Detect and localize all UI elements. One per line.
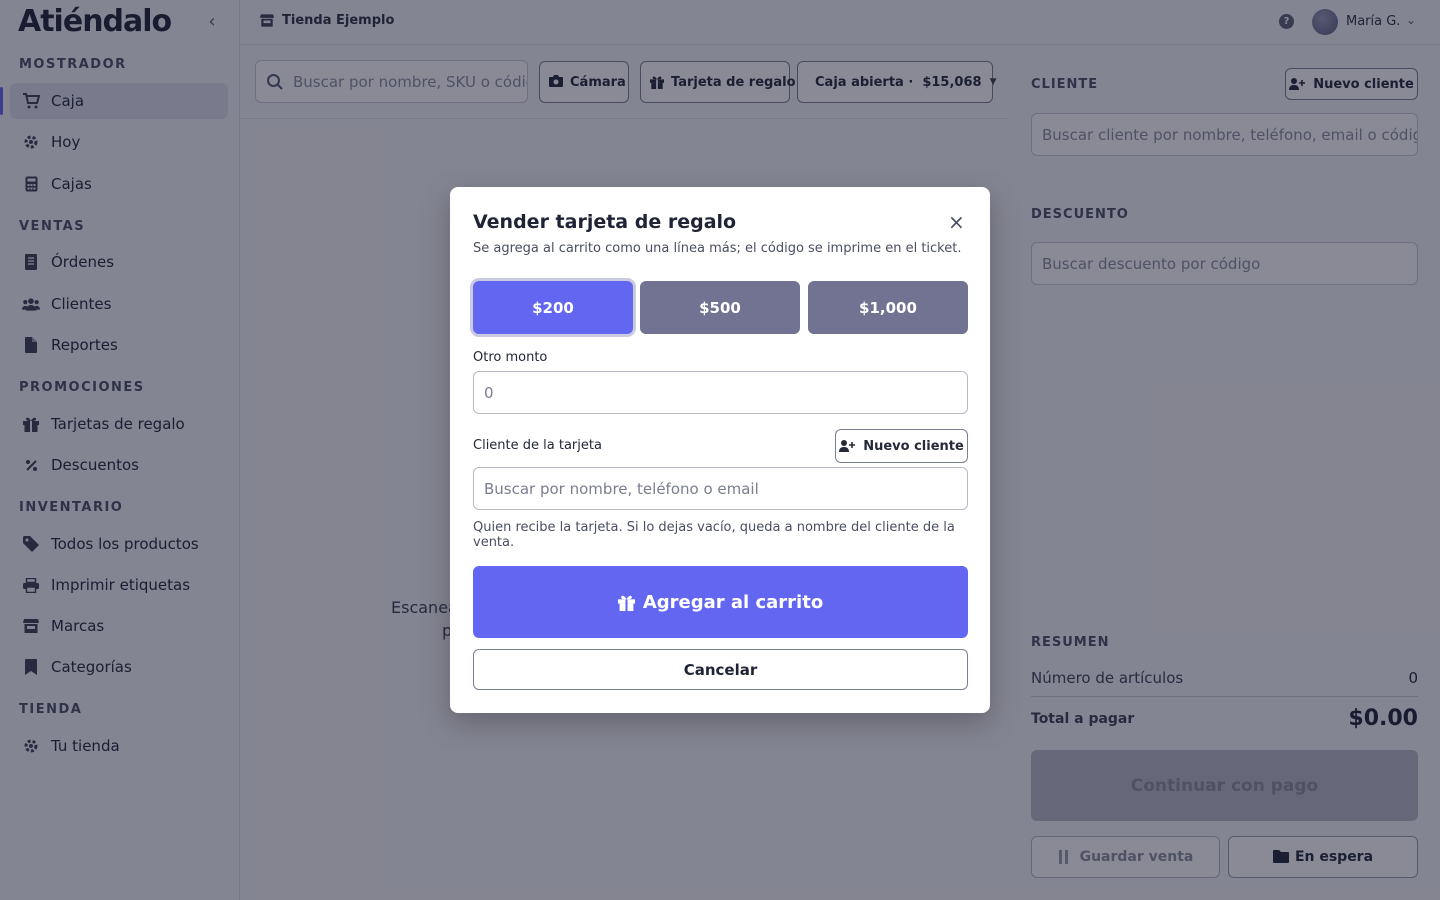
close-icon[interactable]: × bbox=[948, 211, 965, 233]
card-client-hint: Quien recibe la tarjeta. Si lo dejas vac… bbox=[473, 520, 955, 550]
amount-option-200[interactable]: $200 bbox=[473, 281, 633, 334]
user-plus-icon bbox=[839, 439, 856, 453]
cancel-button[interactable]: Cancelar bbox=[473, 649, 968, 690]
amount-option-500[interactable]: $500 bbox=[640, 281, 800, 334]
card-client-search-input[interactable]: Buscar por nombre, teléfono o email bbox=[473, 467, 968, 510]
modal-subtitle: Se agrega al carrito como una línea más;… bbox=[473, 241, 962, 256]
other-amount-input[interactable]: 0 bbox=[473, 371, 968, 414]
amount-option-1000[interactable]: $1,000 bbox=[808, 281, 968, 334]
gift-icon bbox=[617, 594, 635, 611]
modal-new-client-button[interactable]: Nuevo cliente bbox=[835, 429, 968, 463]
other-amount-label: Otro monto bbox=[473, 350, 548, 365]
add-to-cart-button[interactable]: Agregar al carrito bbox=[473, 566, 968, 638]
card-client-label: Cliente de la tarjeta bbox=[473, 438, 602, 453]
giftcard-modal: Vender tarjeta de regalo Se agrega al ca… bbox=[450, 187, 990, 713]
modal-title: Vender tarjeta de regalo bbox=[473, 211, 737, 233]
